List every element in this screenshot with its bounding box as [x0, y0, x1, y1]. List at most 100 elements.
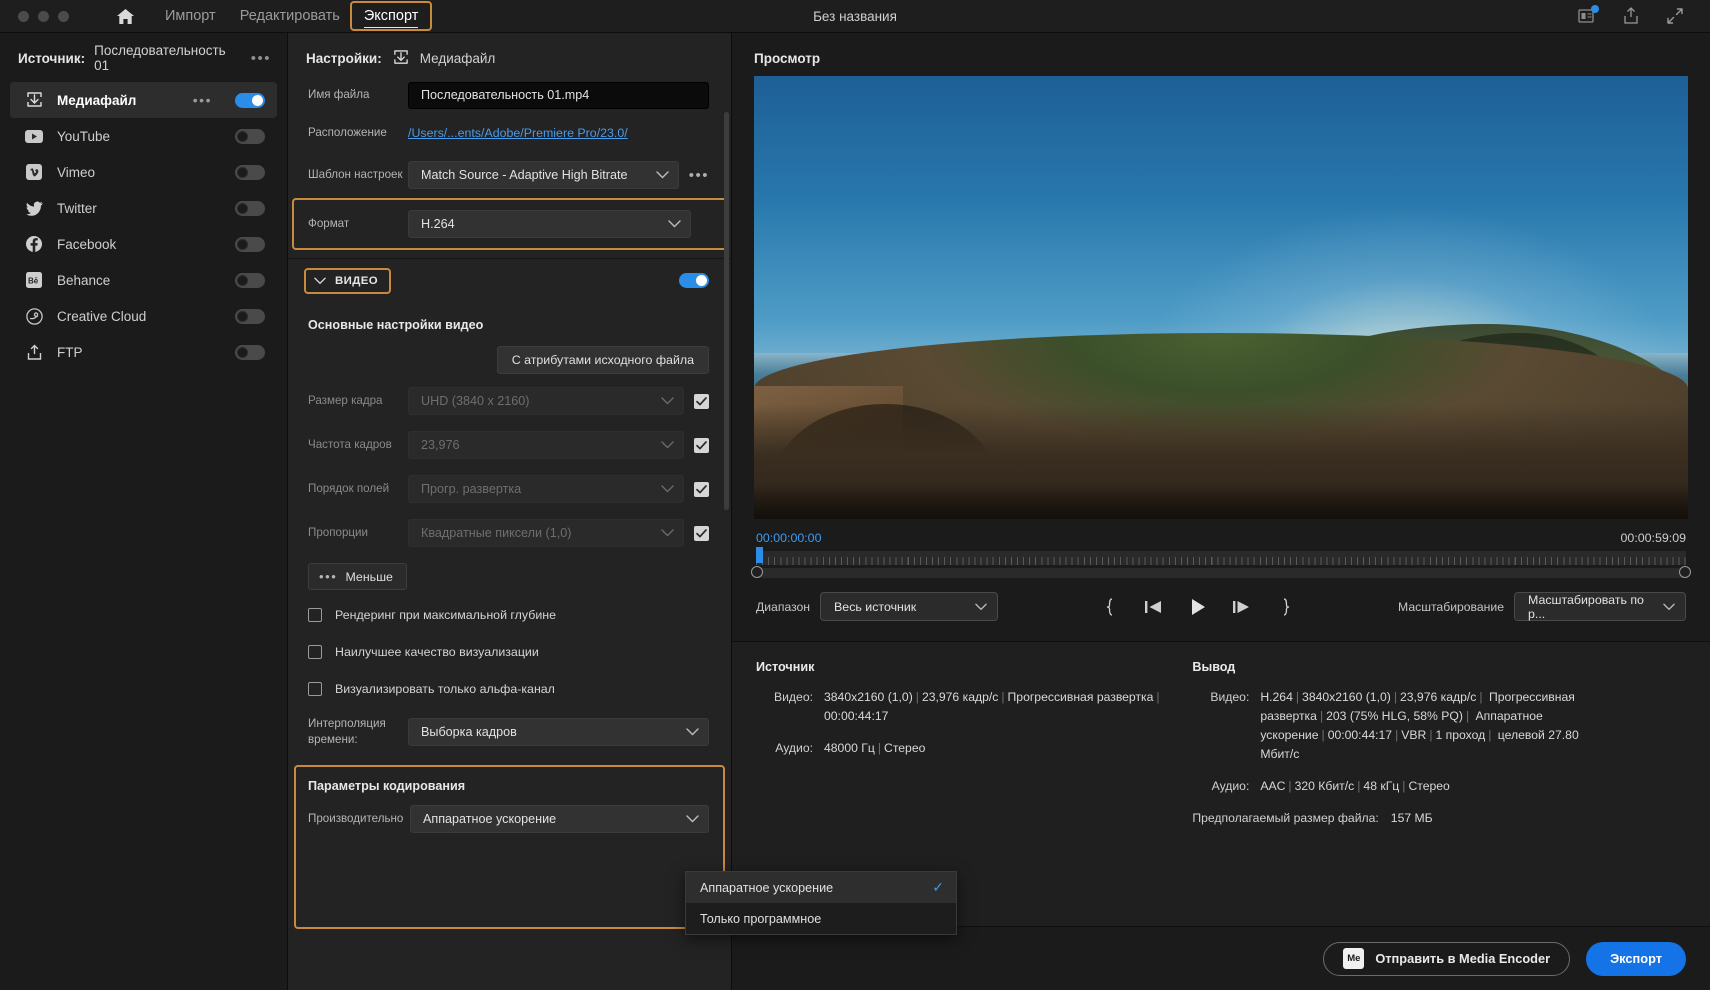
location-row: Расположение /Users/...ents/Adobe/Premie…: [288, 114, 731, 152]
step-forward-icon[interactable]: [1231, 596, 1253, 618]
playhead[interactable]: [756, 547, 763, 563]
creative-cloud-toggle[interactable]: [235, 308, 265, 324]
fullscreen-icon[interactable]: [1664, 5, 1686, 27]
maximize-window-button[interactable]: [58, 10, 69, 22]
export-button[interactable]: Экспорт: [1586, 941, 1686, 976]
tab-import-label: Импорт: [165, 8, 216, 24]
field-order-row: Порядок полей Прогр. развертка: [288, 467, 731, 511]
timeline-times: 00:00:00:00 00:00:59:09: [732, 519, 1710, 545]
chevron-down-icon: [686, 815, 699, 823]
play-icon[interactable]: [1187, 596, 1209, 618]
less-button[interactable]: ••• Меньше: [308, 563, 407, 590]
share-icon[interactable]: [1620, 5, 1642, 27]
vimeo-icon: [24, 162, 44, 182]
toggle-knob: [237, 310, 248, 322]
twitter-toggle[interactable]: [235, 200, 265, 216]
source-header: Источник: Последовательность 01 •••: [0, 40, 287, 76]
send-to-media-encoder-button[interactable]: Me Отправить в Media Encoder: [1323, 941, 1571, 976]
alpha-only-checkbox[interactable]: [308, 681, 322, 696]
timeline-range-track[interactable]: [751, 566, 1691, 578]
performance-option-hardware[interactable]: Аппаратное ускорение ✓: [686, 872, 956, 903]
frame-rate-match-checkbox[interactable]: [694, 437, 709, 453]
best-quality-checkbox[interactable]: [308, 644, 322, 659]
transport-controls[interactable]: [1099, 596, 1297, 618]
chevron-down-icon: [1649, 603, 1675, 611]
close-window-button[interactable]: [18, 10, 29, 22]
render-max-depth-row[interactable]: Рендеринг при максимальной глубине: [288, 596, 731, 633]
tab-export[interactable]: Экспорт: [349, 1, 433, 31]
footer-actions: Me Отправить в Media Encoder Экспорт: [732, 926, 1710, 990]
frame-rate-label: Частота кадров: [308, 438, 392, 452]
facebook-icon: [24, 234, 44, 254]
frame-size-match-checkbox[interactable]: [694, 393, 709, 409]
minimize-window-button[interactable]: [38, 10, 49, 22]
set-in-point-icon[interactable]: [1099, 596, 1121, 618]
tab-import[interactable]: Импорт: [153, 3, 228, 29]
vimeo-toggle[interactable]: [235, 164, 265, 180]
sidebar-item-twitter[interactable]: Twitter: [10, 190, 277, 226]
preset-more-icon[interactable]: •••: [689, 167, 709, 184]
top-bar-actions[interactable]: [1576, 5, 1710, 27]
main-nav-tabs[interactable]: Импорт Редактировать Экспорт: [153, 1, 433, 31]
timeline[interactable]: [732, 545, 1710, 578]
sidebar-item-ftp[interactable]: FTP: [10, 334, 277, 370]
notifications-icon[interactable]: [1576, 5, 1599, 27]
video-enable-toggle[interactable]: [679, 273, 709, 288]
svg-text:Bē: Bē: [28, 276, 39, 285]
filename-input[interactable]: Последовательность 01.mp4: [408, 81, 709, 109]
sidebar-item-facebook[interactable]: Facebook: [10, 226, 277, 262]
sidebar-item-youtube[interactable]: YouTube: [10, 118, 277, 154]
video-preview-image[interactable]: [754, 76, 1688, 519]
range-handle-out[interactable]: [1679, 566, 1691, 578]
location-link[interactable]: /Users/...ents/Adobe/Premiere Pro/23.0/: [408, 126, 709, 140]
timeline-ruler[interactable]: [756, 547, 1686, 565]
sidebar-item-media-file[interactable]: Медиафайл •••: [10, 82, 277, 118]
best-quality-row[interactable]: Наилучшее качество визуализации: [288, 633, 731, 670]
chevron-down-icon: [668, 220, 681, 228]
settings-scrollbar[interactable]: [724, 112, 729, 510]
sidebar-item-creative-cloud[interactable]: Creative Cloud: [10, 298, 277, 334]
video-section-toggle[interactable]: ВИДЕО: [304, 267, 391, 294]
source-value: Последовательность 01: [94, 43, 226, 73]
field-order-match-checkbox[interactable]: [694, 481, 709, 497]
media-file-more-icon[interactable]: •••: [193, 92, 212, 108]
aspect-match-checkbox[interactable]: [694, 525, 709, 541]
separator: |: [1321, 727, 1325, 742]
range-dropdown[interactable]: Весь источник: [820, 592, 999, 621]
range-label: Диапазон: [756, 599, 811, 614]
frame-size-label: Размер кадра: [308, 394, 383, 408]
scaling-dropdown[interactable]: Масштабировать по р...: [1514, 592, 1686, 621]
chevron-down-icon: [686, 728, 699, 736]
settings-scroll-area: Имя файла Последовательность 01.mp4 Расп…: [288, 76, 731, 990]
home-icon[interactable]: [111, 4, 139, 28]
separator: |: [1288, 778, 1292, 793]
format-dropdown[interactable]: H.264: [408, 210, 691, 238]
media-file-toggle[interactable]: [235, 92, 265, 108]
performance-option-software[interactable]: Только программное: [686, 903, 956, 934]
performance-dropdown[interactable]: Аппаратное ускорение: [410, 805, 709, 833]
set-out-point-icon[interactable]: [1275, 596, 1297, 618]
source-more-icon[interactable]: •••: [251, 50, 271, 67]
tab-edit[interactable]: Редактировать: [228, 3, 352, 29]
range-handle-in[interactable]: [751, 566, 763, 578]
sidebar-item-behance[interactable]: Bē Behance: [10, 262, 277, 298]
chevron-down-icon: [314, 277, 326, 285]
alpha-only-row[interactable]: Визуализировать только альфа-канал: [288, 670, 731, 707]
window-controls[interactable]: [0, 10, 69, 22]
ftp-toggle[interactable]: [235, 344, 265, 360]
performance-option-label: Только программное: [700, 911, 822, 926]
performance-row: Производительно Аппаратное ускорение: [296, 801, 723, 837]
output-audio-value: AAC | 320 Кбит/с | 48 кГц | Стерео: [1260, 777, 1449, 796]
facebook-toggle[interactable]: [235, 236, 265, 252]
behance-toggle[interactable]: [235, 272, 265, 288]
step-back-icon[interactable]: [1143, 596, 1165, 618]
separator: |: [1488, 727, 1492, 742]
preset-dropdown[interactable]: Match Source - Adaptive High Bitrate: [408, 161, 679, 189]
performance-dropdown-menu[interactable]: Аппаратное ускорение ✓ Только программно…: [685, 871, 957, 935]
filename-row: Имя файла Последовательность 01.mp4: [288, 76, 731, 114]
time-interpolation-dropdown[interactable]: Выборка кадров: [408, 718, 709, 746]
sidebar-item-vimeo[interactable]: Vimeo: [10, 154, 277, 190]
render-max-depth-checkbox[interactable]: [308, 607, 322, 622]
youtube-toggle[interactable]: [235, 128, 265, 144]
match-source-button[interactable]: С атрибутами исходного файла: [496, 346, 709, 374]
